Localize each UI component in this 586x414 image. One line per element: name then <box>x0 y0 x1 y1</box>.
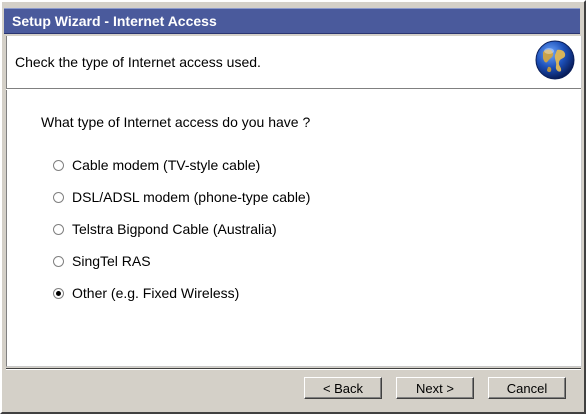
option-label: SingTel RAS <box>72 253 151 269</box>
option-cable-modem[interactable]: Cable modem (TV-style cable) <box>53 156 260 174</box>
option-label: Other (e.g. Fixed Wireless) <box>72 285 240 301</box>
footer-divider <box>6 368 581 370</box>
option-label: Telstra Bigpond Cable (Australia) <box>72 221 277 237</box>
radio-button[interactable] <box>53 159 64 171</box>
option-telstra-bigpond[interactable]: Telstra Bigpond Cable (Australia) <box>53 220 277 238</box>
content-panel: What type of Internet access do you have… <box>6 90 582 367</box>
option-other[interactable]: Other (e.g. Fixed Wireless) <box>53 284 239 302</box>
radio-button[interactable] <box>53 223 64 235</box>
option-label: DSL/ADSL modem (phone-type cable) <box>72 189 311 205</box>
title-bar[interactable]: Setup Wizard - Internet Access <box>4 8 580 34</box>
header-subtitle: Check the type of Internet access used. <box>15 54 261 70</box>
question-label: What type of Internet access do you have… <box>41 114 311 130</box>
option-label: Cable modem (TV-style cable) <box>72 157 261 173</box>
radio-button[interactable] <box>53 255 64 267</box>
next-button[interactable]: Next > <box>396 377 474 399</box>
window-title: Setup Wizard - Internet Access <box>12 13 217 29</box>
radio-button[interactable] <box>53 191 64 203</box>
radio-button-selected[interactable] <box>53 287 64 299</box>
cancel-button[interactable]: Cancel <box>488 377 566 399</box>
back-button[interactable]: < Back <box>304 377 382 399</box>
option-singtel-ras[interactable]: SingTel RAS <box>53 252 151 270</box>
globe-icon <box>535 40 575 80</box>
option-dsl-adsl-modem[interactable]: DSL/ADSL modem (phone-type cable) <box>53 188 310 206</box>
header-panel: Check the type of Internet access used. <box>6 36 582 88</box>
